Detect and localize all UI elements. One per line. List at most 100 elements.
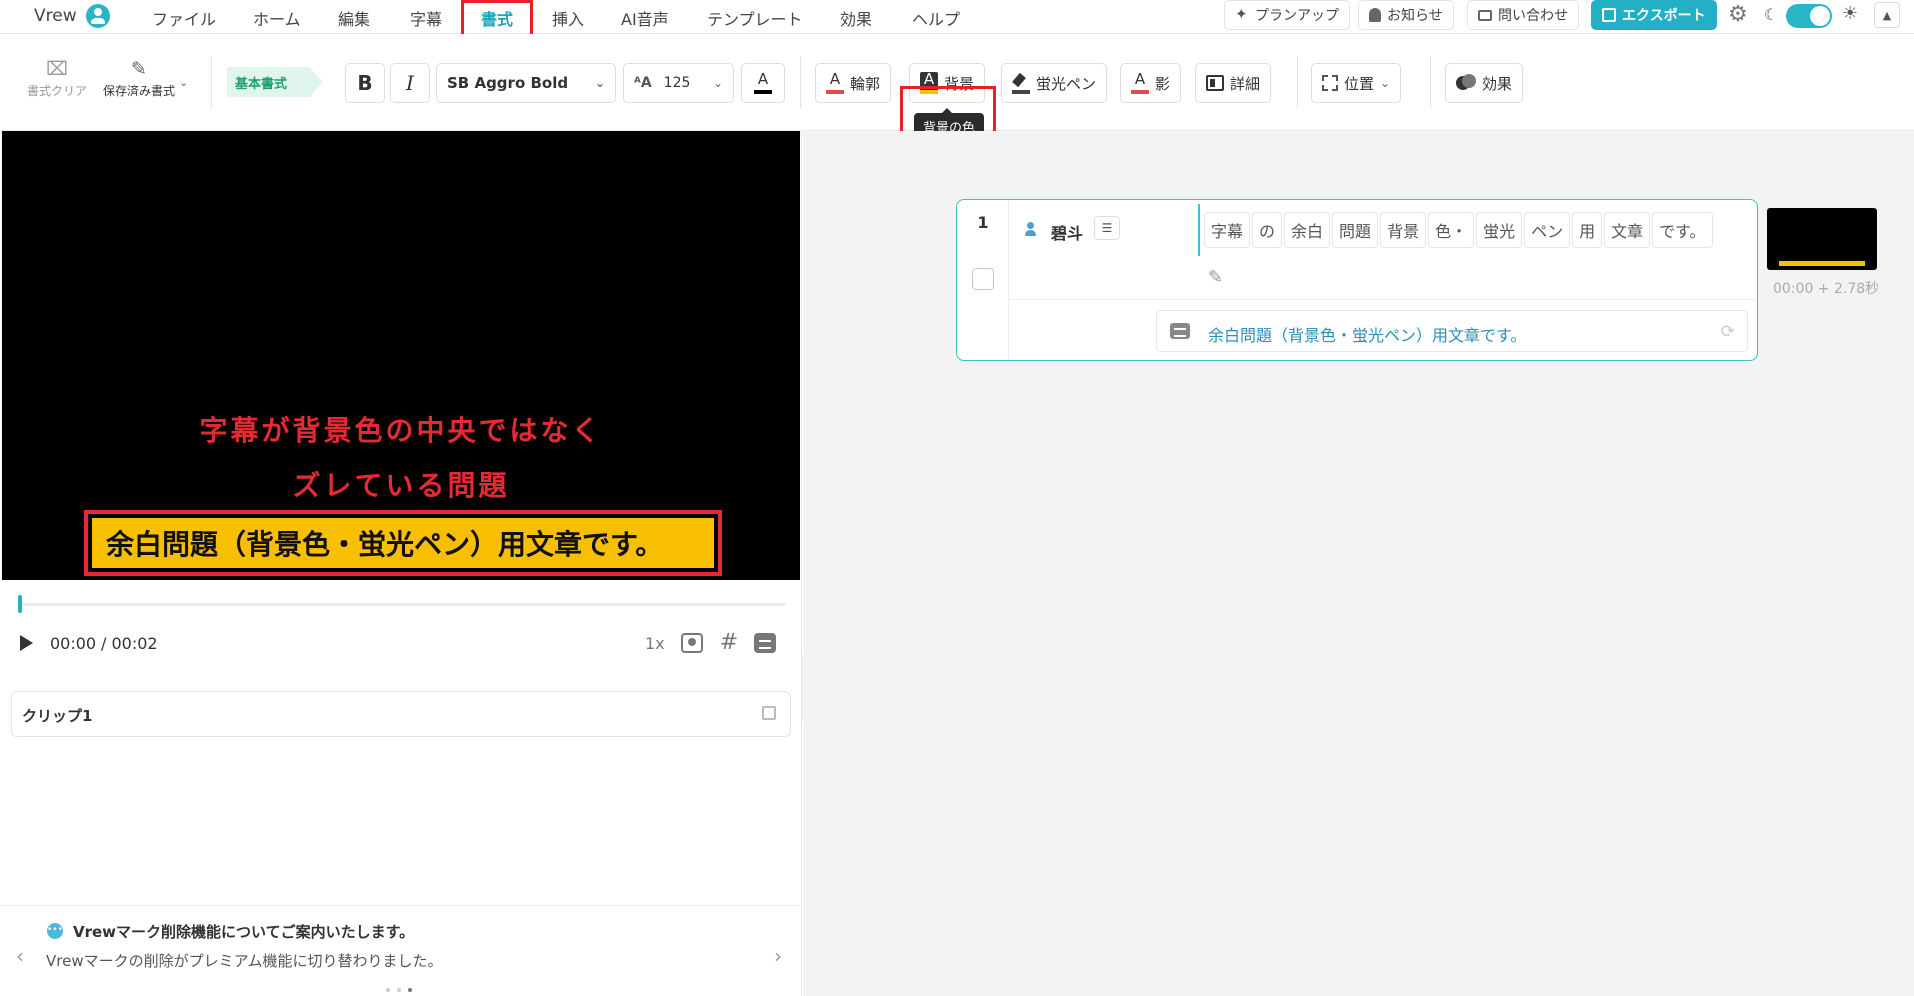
details-button[interactable]: 詳細: [1195, 63, 1272, 103]
background-button[interactable]: A 背景: [909, 63, 986, 103]
chevron-left-icon[interactable]: ‹: [16, 944, 24, 968]
speaker-options-icon[interactable]: ☰: [1094, 216, 1120, 240]
subtitle-toggle-icon[interactable]: [754, 633, 776, 653]
camera-icon[interactable]: [681, 633, 703, 653]
menu-edit[interactable]: 編集: [338, 6, 370, 30]
clear-format-button[interactable]: ⌧ 書式クリア: [26, 58, 88, 99]
font-color-button[interactable]: A: [741, 63, 785, 103]
clip-row[interactable]: 1 碧斗 ☰ 字幕の余白 問題 背景 色・ 蛍光 ペン用文章 です。 ✎ 余白問題（背景色・…: [956, 199, 1758, 361]
plan-up-label: プランアップ: [1255, 8, 1339, 24]
subtitle-annotation-frame: 余白問題（背景色・蛍光ペン）用文章です。: [84, 510, 722, 576]
pagination-dot[interactable]: [397, 988, 401, 992]
theme-toggle[interactable]: [1786, 4, 1832, 28]
menu-subtitle[interactable]: 字幕: [410, 6, 442, 30]
sync-icon[interactable]: ⟳: [1721, 322, 1735, 342]
grid-icon[interactable]: #: [718, 632, 740, 654]
speaker-name[interactable]: 碧斗: [1051, 220, 1083, 244]
menu-insert[interactable]: 挿入: [552, 6, 584, 30]
user-avatar-icon[interactable]: [86, 4, 110, 28]
pagination-dot[interactable]: [386, 988, 390, 992]
highlighter-button[interactable]: 蛍光ペン: [1001, 63, 1108, 103]
outline-button[interactable]: A 輪郭: [815, 63, 892, 103]
chevron-down-icon: ⌄: [594, 76, 605, 90]
word-chip[interactable]: 文章: [1604, 212, 1651, 248]
word-chip[interactable]: です。: [1652, 212, 1713, 248]
menu-help[interactable]: ヘルプ: [912, 6, 960, 30]
word-chip[interactable]: 字幕: [1204, 212, 1251, 248]
duration: / 00:02: [101, 634, 158, 653]
word-chip[interactable]: 余白: [1284, 212, 1331, 248]
chevron-right-icon[interactable]: ›: [774, 944, 782, 968]
notifications-label: お知らせ: [1387, 8, 1443, 24]
menu-template[interactable]: テンプレート: [707, 6, 803, 30]
timeline-scrubber[interactable]: [20, 603, 785, 606]
menu-home[interactable]: ホーム: [253, 6, 301, 30]
menu-effects[interactable]: 効果: [840, 6, 872, 30]
playback-speed[interactable]: 1x: [645, 634, 665, 653]
basic-format-tag[interactable]: 基本書式: [227, 67, 323, 97]
chevron-down-icon: ⌄: [1380, 76, 1391, 90]
menu-file[interactable]: ファイル: [152, 6, 216, 30]
clip-timecode: 00:00 + 2.78秒: [1773, 281, 1880, 297]
saved-format-icon: ✎: [131, 58, 147, 80]
word-chip[interactable]: 背景: [1380, 212, 1427, 248]
chevron-up-icon[interactable]: ▲: [1874, 2, 1900, 28]
bold-button[interactable]: B: [345, 63, 385, 103]
preview-subtitle[interactable]: 余白問題（背景色・蛍光ペン）用文章です。: [92, 518, 714, 568]
plan-up-button[interactable]: プランアップ: [1224, 0, 1350, 30]
speaker-voice-icon[interactable]: [1025, 221, 1043, 237]
video-preview[interactable]: 字幕が背景色の中央ではなく ズレている問題 余白問題（背景色・蛍光ペン）用文章で…: [2, 131, 800, 580]
gear-icon[interactable]: ⚙: [1728, 2, 1748, 27]
word-chip[interactable]: 問題: [1332, 212, 1379, 248]
subtitle-text[interactable]: 余白問題（背景色・蛍光ペン）用文章です。: [1208, 322, 1526, 346]
outline-icon: A: [826, 72, 844, 94]
menu-bar: Vrew ファイル ホーム 編集 字幕 書式 挿入 AI音声 テンプレート 効果…: [0, 0, 1914, 38]
pencil-icon[interactable]: ✎: [1208, 267, 1223, 288]
contact-label: 問い合わせ: [1498, 8, 1568, 24]
highlighter-label: 蛍光ペン: [1036, 74, 1097, 93]
font-size-select[interactable]: ᴬA 125 ⌄: [623, 63, 734, 103]
effects-button[interactable]: 効果: [1445, 63, 1524, 103]
notifications-button[interactable]: お知らせ: [1358, 0, 1454, 30]
current-time: 00:00: [50, 634, 97, 653]
font-family-value: SB Aggro Bold: [447, 74, 569, 92]
contact-button[interactable]: 問い合わせ: [1467, 0, 1579, 30]
position-button[interactable]: 位置 ⌄: [1311, 63, 1402, 103]
menu-format[interactable]: 書式: [481, 6, 513, 30]
subtitle-field[interactable]: 余白問題（背景色・蛍光ペン）用文章です。 ⟳: [1156, 310, 1748, 352]
clip-card[interactable]: クリップ1: [11, 691, 791, 737]
chevron-down-icon[interactable]: ⌄: [179, 76, 188, 89]
word-chip[interactable]: 色・: [1428, 212, 1475, 248]
annotation-line-2: ズレている問題: [292, 469, 510, 502]
shadow-button[interactable]: A 影: [1120, 63, 1182, 103]
clear-format-icon: ⌧: [46, 58, 68, 80]
toolbar-divider: [1430, 56, 1431, 108]
word-chip[interactable]: ペン: [1524, 212, 1571, 248]
row-checkbox[interactable]: [972, 268, 994, 290]
row-gutter: 1: [957, 200, 1009, 360]
word-chip[interactable]: 蛍光: [1476, 212, 1523, 248]
thumbnail-subtitle-bar: [1779, 261, 1865, 266]
open-external-icon[interactable]: [762, 706, 776, 720]
pagination-dot-active[interactable]: [408, 988, 412, 992]
subtitle-icon: [1170, 323, 1190, 339]
background-color-icon: A: [920, 72, 938, 94]
scrubber-handle[interactable]: [18, 595, 22, 613]
word-chip[interactable]: の: [1252, 212, 1283, 248]
play-icon[interactable]: [20, 635, 33, 651]
font-family-select[interactable]: SB Aggro Bold ⌄: [436, 63, 616, 103]
italic-button[interactable]: I: [390, 63, 430, 103]
export-button[interactable]: エクスポート: [1591, 0, 1717, 30]
position-label: 位置: [1344, 74, 1375, 93]
clip-thumbnail[interactable]: [1767, 208, 1877, 270]
shadow-label: 影: [1155, 74, 1171, 93]
font-size-value: 125: [663, 75, 691, 91]
notice-banner: ‹ ••• Vrewマーク削除機能についてご案内いたします。 Vrewマークの削…: [0, 905, 801, 996]
word-chip[interactable]: 用: [1572, 212, 1603, 248]
saved-format-button[interactable]: ✎ 保存済み書式: [96, 58, 182, 99]
shadow-icon: A: [1131, 72, 1149, 94]
sparkle-icon: [1235, 5, 1249, 23]
row-divider: [1009, 299, 1757, 300]
menu-ai-voice[interactable]: AI音声: [621, 6, 669, 30]
moon-icon: ☾: [1764, 5, 1779, 24]
